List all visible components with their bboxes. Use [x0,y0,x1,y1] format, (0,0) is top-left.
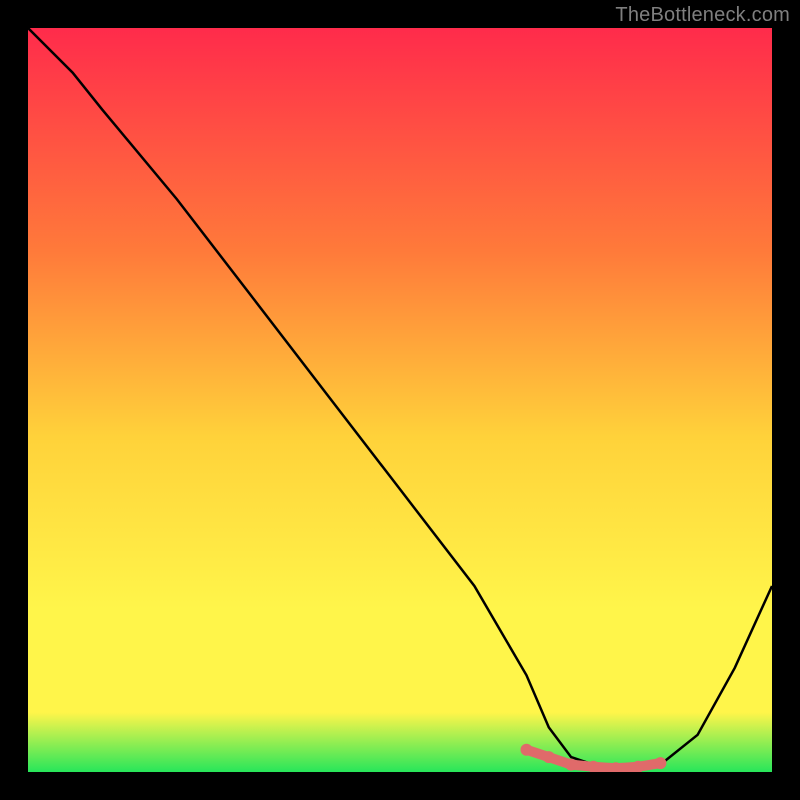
gradient-background [28,28,772,772]
optimal-marker [521,744,533,756]
chart [28,28,772,772]
optimal-marker [654,757,666,769]
chart-svg [28,28,772,772]
optimal-marker [565,759,577,771]
attribution-text: TheBottleneck.com [615,4,790,27]
optimal-marker [543,751,555,763]
